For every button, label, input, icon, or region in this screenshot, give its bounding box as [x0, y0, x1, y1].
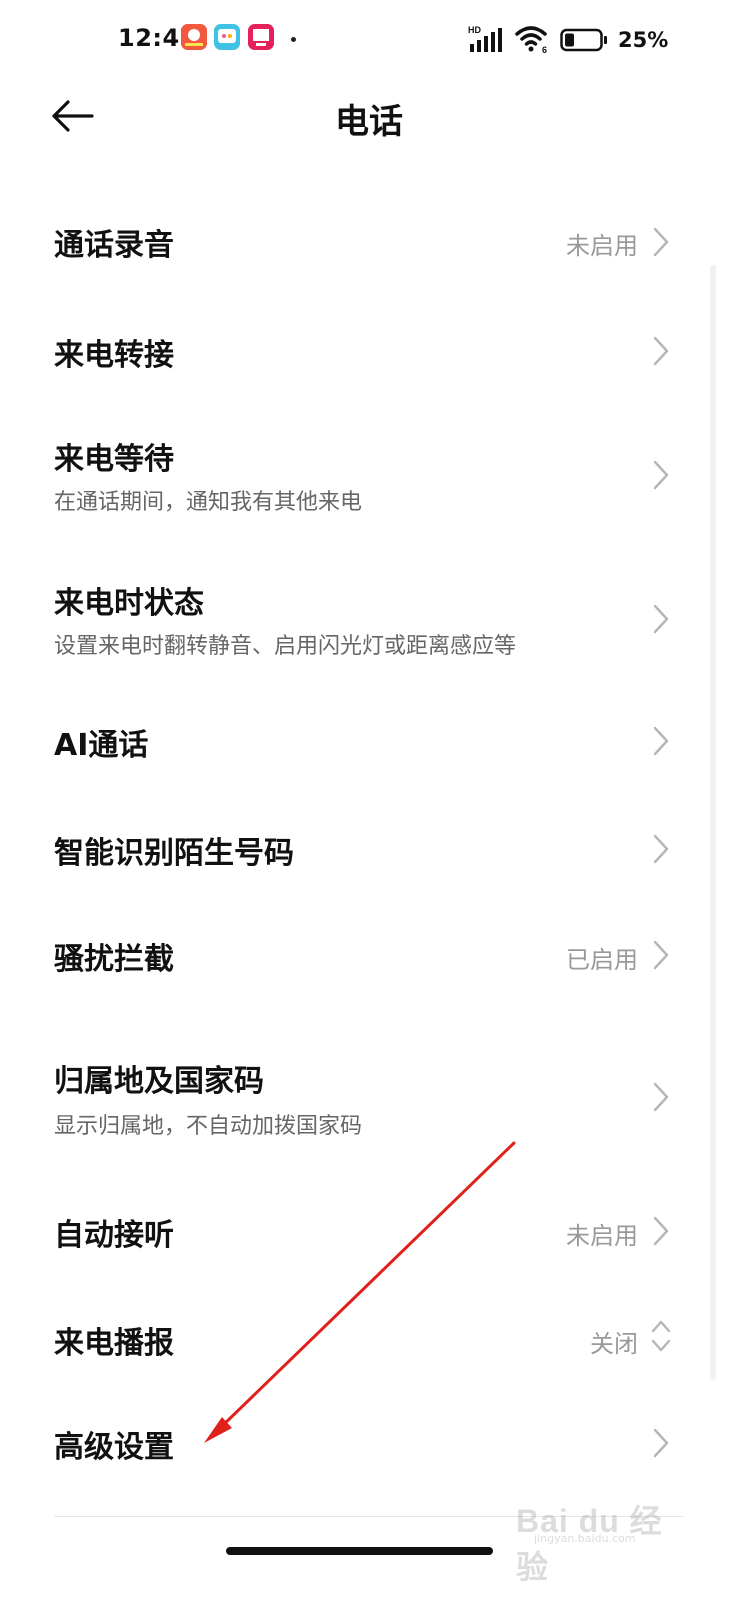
status-bar: 12:47 HD 6 25%: [0, 0, 738, 80]
item-label: 来电转接: [54, 338, 174, 373]
item-label: 来电时状态: [54, 586, 204, 621]
chevron-right-icon: [650, 938, 672, 972]
header: 电话: [0, 80, 738, 160]
item-label: 自动接听: [54, 1218, 174, 1253]
item-label: 来电等待: [54, 442, 174, 477]
baidu-watermark-logo: Bai du 经验 jingyan.baidu.com: [494, 1490, 694, 1585]
settings-item-auto-answer[interactable]: 自动接听 未启用: [0, 1172, 738, 1280]
settings-item-caller-announcement[interactable]: 来电播报 关闭: [0, 1280, 738, 1386]
item-label: 通话录音: [54, 228, 174, 263]
settings-item-caller-location[interactable]: 归属地及国家码 显示归属地，不自动加拨国家码: [0, 1012, 738, 1172]
app-notification-icon: [181, 24, 207, 50]
chevron-right-icon: [650, 602, 672, 636]
settings-item-call-forwarding[interactable]: 来电转接: [0, 302, 738, 408]
item-subtitle: 设置来电时翻转静音、启用闪光灯或距离感应等: [54, 634, 517, 659]
item-value: 未启用: [566, 1222, 638, 1250]
chevron-right-icon: [650, 225, 672, 259]
svg-text:6: 6: [542, 45, 547, 54]
item-label: 智能识别陌生号码: [54, 836, 294, 871]
settings-item-ai-call[interactable]: AI通话: [0, 696, 738, 804]
item-label: 高级设置: [54, 1430, 174, 1465]
wifi-icon: 6: [514, 24, 552, 55]
battery-percent: 25%: [618, 28, 669, 52]
svg-text:HD: HD: [468, 25, 481, 35]
chevron-right-icon: [650, 1426, 672, 1460]
settings-item-call-recording[interactable]: 通话录音 未启用: [0, 180, 738, 302]
item-value: 已启用: [566, 946, 638, 974]
system-icons: HD 6 25%: [468, 22, 708, 56]
chevron-right-icon: [650, 334, 672, 368]
item-subtitle: 在通话期间，通知我有其他来电: [54, 490, 363, 515]
item-value: 未启用: [566, 232, 638, 260]
home-indicator[interactable]: [226, 1547, 493, 1555]
item-label: 骚扰拦截: [54, 942, 174, 977]
settings-item-spam-blocking[interactable]: 骚扰拦截 已启用: [0, 912, 738, 1012]
chevron-right-icon: [650, 724, 672, 758]
settings-item-unknown-number-id[interactable]: 智能识别陌生号码: [0, 804, 738, 912]
settings-item-advanced[interactable]: 高级设置: [0, 1386, 738, 1496]
item-label: 来电播报: [54, 1326, 174, 1361]
app-notification-icon: [248, 24, 274, 50]
notification-dot: [291, 37, 296, 42]
chevron-right-icon: [650, 1214, 672, 1248]
settings-item-call-waiting[interactable]: 来电等待 在通话期间，通知我有其他来电: [0, 408, 738, 556]
chevron-right-icon: [650, 832, 672, 866]
item-label: 归属地及国家码: [54, 1064, 264, 1099]
battery-icon: [560, 28, 610, 52]
settings-list: 通话录音 未启用 来电转接 来电等待 在通话期间，通知我有其他来电 来电时状态 …: [0, 180, 738, 1496]
chevron-right-icon: [650, 458, 672, 492]
page-title: 电话: [335, 102, 403, 142]
item-label: AI通话: [54, 728, 149, 763]
cell-signal-icon: HD: [468, 24, 508, 54]
chevron-right-icon: [650, 1080, 672, 1114]
settings-item-incoming-call-status[interactable]: 来电时状态 设置来电时翻转静音、启用闪光灯或距离感应等: [0, 556, 738, 696]
dropdown-updown-icon: [648, 1316, 674, 1356]
app-notification-icon: [214, 24, 240, 50]
item-subtitle: 显示归属地，不自动加拨国家码: [54, 1114, 363, 1139]
item-value: 关闭: [590, 1330, 638, 1358]
watermark-url: jingyan.baidu.com: [534, 1532, 636, 1545]
